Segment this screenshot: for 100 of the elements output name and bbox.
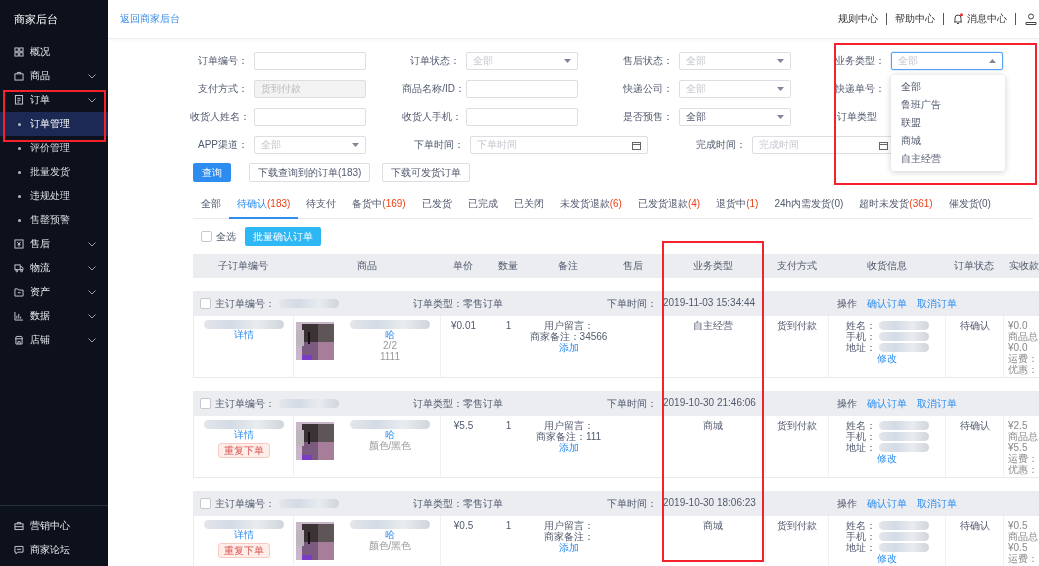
order-number-label: 主订单编号：	[215, 496, 275, 511]
product-link[interactable]: 哈	[385, 429, 395, 440]
sidebar-item[interactable]: 售后	[0, 232, 108, 256]
sidebar-item[interactable]: 店铺	[0, 328, 108, 352]
input-field[interactable]	[466, 108, 579, 126]
order-type: 订单类型：零售订单	[413, 396, 504, 411]
tab[interactable]: 全部	[193, 190, 229, 219]
field-label: 订单编号：	[197, 54, 248, 68]
input-field[interactable]	[466, 80, 579, 98]
amount-text: ¥0.0	[1008, 320, 1028, 331]
receiver-label: 手机：	[845, 431, 876, 442]
checkbox[interactable]	[200, 398, 211, 409]
checkbox[interactable]	[201, 231, 212, 242]
tab[interactable]: 已关闭	[505, 190, 552, 219]
reorder-badge[interactable]: 重复下单	[217, 543, 270, 558]
back-link[interactable]: 返回商家后台	[120, 12, 180, 26]
tab[interactable]: 已发货	[413, 190, 460, 219]
download-button[interactable]: 下载查询到的订单(183)	[249, 163, 371, 182]
tab[interactable]: 24h内需发货(0)	[766, 190, 852, 219]
dropdown-option[interactable]: 全部	[890, 78, 1005, 96]
product-spec: 1111	[380, 351, 400, 362]
bag-icon	[14, 71, 24, 81]
blurred-text	[878, 443, 929, 452]
sidebar-subitem[interactable]: 违规处理	[0, 184, 108, 208]
blurred-text	[878, 521, 929, 530]
tab[interactable]: 催发货(0)	[940, 190, 999, 219]
amount-text: ¥5.5	[1008, 442, 1028, 453]
actions-label: 操作	[837, 296, 857, 311]
header-link[interactable]: 帮助中心	[887, 12, 943, 26]
input-field[interactable]	[254, 108, 366, 126]
edit-link[interactable]: 修改	[877, 553, 897, 564]
column-header: 收货信息	[865, 259, 908, 273]
sidebar-item[interactable]: 数据	[0, 304, 108, 328]
edit-link[interactable]: 修改	[877, 453, 897, 464]
add-remark-link[interactable]: 添加	[558, 542, 579, 553]
reorder-badge[interactable]: 重复下单	[217, 443, 270, 458]
sidebar-subitem[interactable]: 订单管理	[0, 112, 108, 136]
order-number-label: 主订单编号：	[215, 396, 275, 411]
tab[interactable]: 备货中(169)	[344, 190, 414, 219]
blurred-text	[878, 421, 929, 430]
sidebar-subitem[interactable]: 评价管理	[0, 136, 108, 160]
detail-link[interactable]: 详情	[233, 429, 254, 440]
amount-text: ¥2.5	[1008, 420, 1028, 431]
order-number-label: 主订单编号：	[215, 296, 275, 311]
tab[interactable]: 待确认(183)	[229, 190, 299, 219]
tab[interactable]: 退货中(1)	[708, 190, 767, 219]
checkbox[interactable]	[200, 498, 211, 509]
product-link[interactable]: 哈	[385, 329, 395, 340]
tab[interactable]: 已发货退款(4)	[629, 190, 709, 219]
sidebar-item[interactable]: 资产	[0, 280, 108, 304]
bar-chart-icon	[14, 311, 24, 321]
sidebar-item[interactable]: 概况	[0, 40, 108, 64]
unit-price: ¥0.5	[453, 520, 474, 531]
checkbox-label: 全选	[216, 229, 236, 244]
detail-link[interactable]: 详情	[233, 529, 254, 540]
header-link[interactable]: 消息中心	[944, 12, 1015, 26]
download-button[interactable]: 下载可发货订单	[382, 163, 471, 182]
chevron-icon	[88, 289, 96, 295]
sidebar-item[interactable]: 营销中心	[0, 514, 108, 538]
dropdown-option[interactable]: 鲁班广告	[890, 96, 1005, 114]
column-header: 子订单编号	[217, 259, 269, 273]
sidebar-item[interactable]: 订单	[0, 88, 108, 112]
header-link[interactable]: 规则中心	[830, 12, 886, 26]
amount-text: ¥0.5	[1008, 520, 1028, 531]
add-remark-link[interactable]: 添加	[558, 442, 579, 453]
column-header: 单价	[451, 259, 474, 273]
field-label: 收货人姓名：	[190, 110, 248, 124]
sidebar-subitem[interactable]: 批量发货	[0, 160, 108, 184]
unit-price: ¥0.01	[451, 320, 476, 331]
amount-text: 运费：	[1008, 553, 1038, 564]
select-field[interactable]: 全部	[678, 108, 791, 126]
caret-icon	[776, 59, 784, 63]
field-label: 订单状态：	[409, 54, 461, 68]
field-label: 支付方式：	[197, 82, 248, 96]
tab[interactable]: 超时未发货(361)	[851, 190, 941, 219]
product-link[interactable]: 哈	[385, 529, 395, 540]
document-icon	[14, 95, 24, 105]
detail-link[interactable]: 详情	[233, 329, 254, 340]
sidebar-item[interactable]: 物流	[0, 256, 108, 280]
edit-link[interactable]: 修改	[877, 353, 897, 364]
amount-text: 优惠：	[1008, 464, 1038, 475]
truck-icon	[14, 263, 24, 273]
dropdown-option[interactable]: 联盟	[890, 114, 1005, 132]
order-status: 待确认	[959, 420, 990, 431]
sidebar-item[interactable]: 商品	[0, 64, 108, 88]
field-label: 完成时间：	[695, 138, 746, 152]
sidebar-subitem[interactable]: 售罄预警	[0, 208, 108, 232]
add-remark-link[interactable]: 添加	[558, 342, 579, 353]
tab[interactable]: 待支付	[298, 190, 345, 219]
user-icon[interactable]	[1025, 13, 1037, 25]
yen-icon	[14, 239, 24, 249]
tab[interactable]: 已完成	[459, 190, 506, 219]
input-field[interactable]	[254, 52, 366, 70]
tab[interactable]: 未发货退款(6)	[551, 190, 630, 219]
checkbox[interactable]	[200, 298, 211, 309]
chevron-icon	[88, 265, 96, 271]
product-spec: 颜色/黑色	[368, 540, 412, 551]
receiver-label: 手机：	[845, 331, 876, 342]
quantity: 1	[505, 420, 512, 431]
sidebar-item[interactable]: 商家论坛	[0, 538, 108, 562]
